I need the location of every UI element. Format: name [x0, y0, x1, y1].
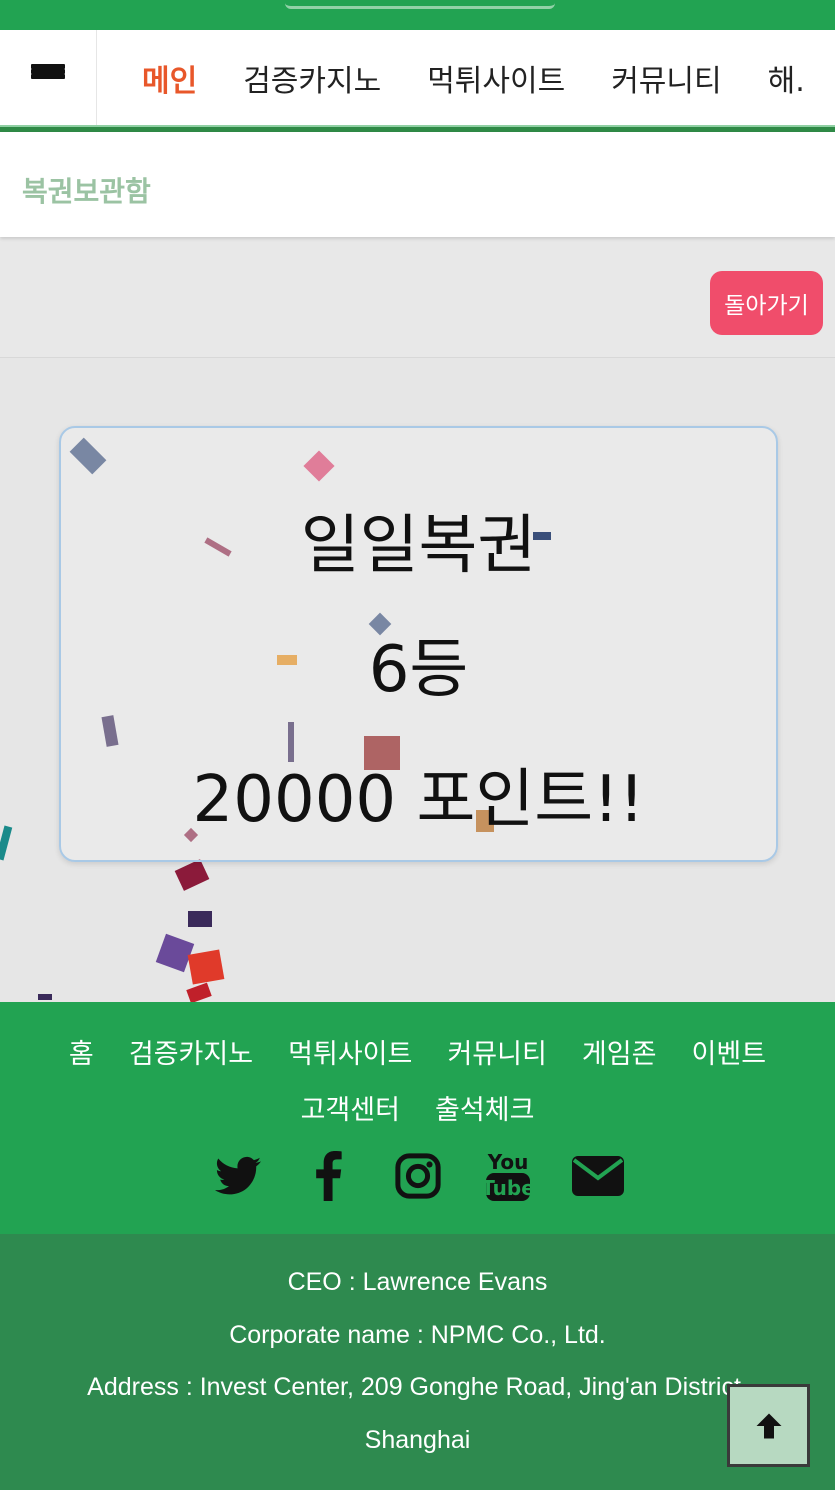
company-info: CEO : Lawrence Evans Corporate name : NP…	[0, 1234, 835, 1490]
ceo-info: CEO : Lawrence Evans	[287, 1268, 548, 1296]
logo[interactable]	[285, 0, 555, 9]
nav-item-main[interactable]: 메인	[142, 56, 197, 100]
address: Address : Invest Center, 209 Gonghe Road…	[87, 1373, 748, 1401]
footer-nav: 홈 검증카지노 먹튀사이트 커뮤니티 게임존 이벤트 고객센터 출석체크	[40, 1028, 795, 1140]
footer-link-attendance[interactable]: 출석체크	[435, 1095, 534, 1126]
nav-item-community[interactable]: 커뮤니티	[611, 56, 721, 100]
confetti-piece	[186, 982, 212, 1003]
nav-tabs: 메인 검증카지노 먹튀사이트 커뮤니티 해.	[96, 30, 828, 125]
nav-divider	[0, 125, 835, 132]
hamburger-icon	[31, 63, 65, 92]
social-links: YouTube	[0, 1150, 835, 1202]
nav-item-more[interactable]: 해.	[768, 56, 805, 100]
confetti-piece	[533, 532, 551, 540]
confetti-piece	[187, 949, 225, 985]
confetti-piece	[38, 994, 52, 1000]
facebook-icon[interactable]	[302, 1150, 354, 1202]
footer-link-customer-center[interactable]: 고객센터	[301, 1095, 400, 1126]
back-button[interactable]: 돌아가기	[710, 271, 823, 335]
footer-link-verified-casino[interactable]: 검증카지노	[129, 1039, 253, 1070]
top-brand-bar	[0, 0, 835, 30]
instagram-icon[interactable]	[392, 1150, 444, 1202]
svg-text:You: You	[486, 1150, 528, 1174]
confetti-piece	[188, 911, 212, 927]
confetti-piece	[174, 859, 210, 891]
lottery-rank: 6등	[368, 633, 469, 707]
nav-item-verified-casino[interactable]: 검증카지노	[243, 56, 381, 100]
confetti-piece	[0, 825, 13, 861]
main-navigation: 메인 검증카지노 먹튀사이트 커뮤니티 해.	[0, 30, 835, 125]
arrow-up-icon	[756, 1413, 781, 1438]
footer-links-section: 홈 검증카지노 먹튀사이트 커뮤니티 게임존 이벤트 고객센터 출석체크 You…	[0, 1002, 835, 1234]
lottery-result-card: 일일복권 6등 20000 포인트!!	[59, 426, 778, 862]
scroll-to-top-button[interactable]	[727, 1384, 810, 1467]
address-city: Shanghai	[364, 1426, 471, 1454]
menu-button[interactable]	[0, 30, 97, 125]
nav-item-scam-sites[interactable]: 먹튀사이트	[427, 56, 565, 100]
confetti-piece	[155, 933, 195, 973]
footer-link-event[interactable]: 이벤트	[692, 1039, 767, 1070]
svg-text:Tube: Tube	[486, 1176, 530, 1200]
envelope-icon[interactable]	[571, 1150, 624, 1202]
youtube-icon[interactable]: YouTube	[482, 1150, 534, 1202]
lottery-name: 일일복권	[300, 509, 537, 583]
lottery-prize: 20000 포인트!!	[192, 763, 645, 837]
footer-link-community[interactable]: 커뮤니티	[447, 1039, 546, 1070]
page-title: 복권보관함	[22, 175, 151, 208]
footer-link-home[interactable]: 홈	[69, 1039, 94, 1070]
footer-link-scam-sites[interactable]: 먹튀사이트	[288, 1039, 412, 1070]
twitter-icon[interactable]	[212, 1150, 264, 1202]
page-header: 복권보관함	[0, 132, 835, 237]
lottery-result-area: 일일복권 6등 20000 포인트!!	[0, 357, 835, 1003]
footer-link-game-zone[interactable]: 게임존	[582, 1039, 657, 1070]
corporate-name: Corporate name : NPMC Co., Ltd.	[229, 1321, 606, 1349]
